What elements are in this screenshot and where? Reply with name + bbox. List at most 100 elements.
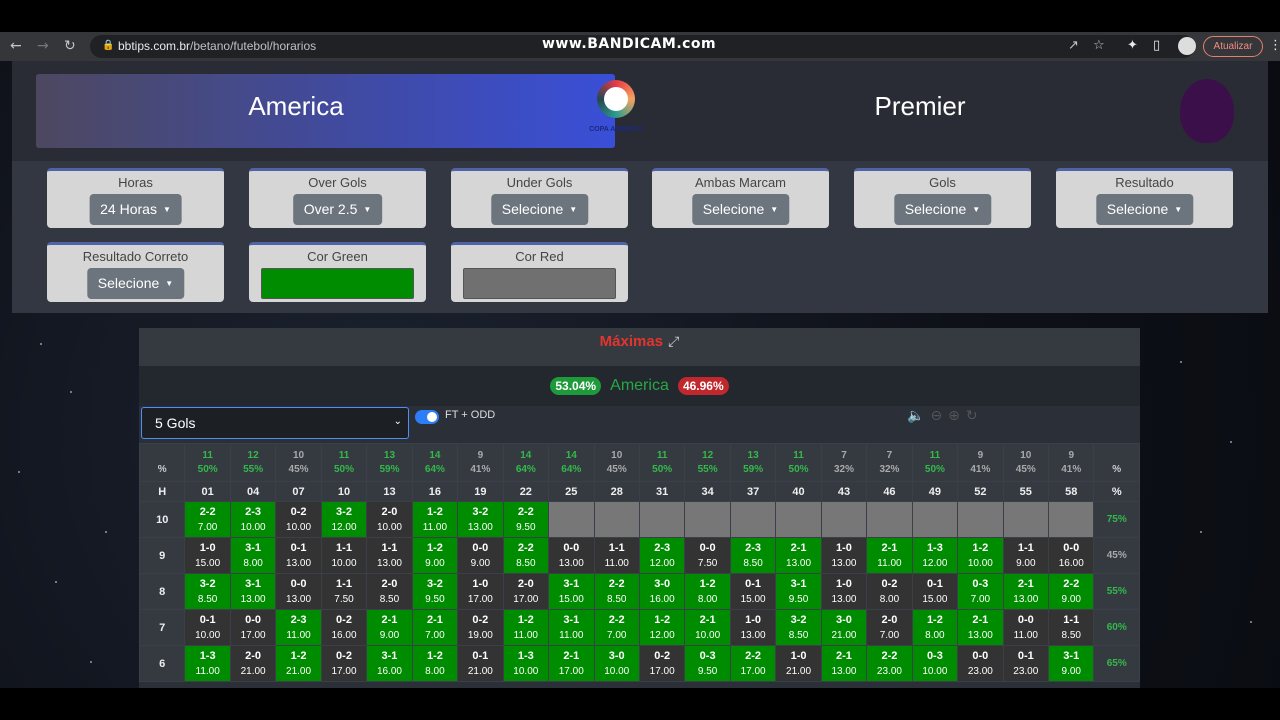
match-cell[interactable]: 2-3 8.50 [729, 537, 777, 574]
league-america-banner[interactable]: America COPA AMERICA [36, 74, 643, 148]
match-cell[interactable]: 0-2 17.00 [638, 645, 686, 682]
refresh-icon[interactable]: ↻ [966, 408, 984, 424]
match-cell[interactable]: 1-2 11.00 [502, 609, 550, 646]
match-cell[interactable]: 1-0 13.00 [820, 537, 868, 574]
match-cell[interactable]: 1-2 10.00 [957, 537, 1004, 574]
match-cell[interactable]: 2-2 7.00 [593, 609, 640, 646]
match-cell[interactable]: 1-0 15.00 [184, 537, 231, 574]
match-cell[interactable]: 1-3 12.00 [911, 537, 959, 574]
match-cell[interactable]: 1-1 10.00 [320, 537, 368, 574]
match-cell[interactable]: 0-2 19.00 [457, 609, 504, 646]
resultado-correto-dropdown[interactable]: Selecione ▼ [86, 268, 185, 299]
under-gols-dropdown[interactable]: Selecione ▼ [490, 194, 589, 225]
match-cell[interactable]: 1-2 21.00 [275, 645, 322, 682]
match-cell[interactable]: 0-1 13.00 [275, 537, 322, 574]
match-cell[interactable]: 2-1 10.00 [684, 609, 731, 646]
match-cell[interactable]: 1-0 13.00 [729, 609, 777, 646]
match-cell[interactable] [911, 501, 959, 538]
match-cell[interactable]: 0-3 7.00 [957, 573, 1004, 610]
ft-odd-toggle[interactable] [415, 410, 439, 424]
share-icon[interactable]: ↗ [1068, 38, 1079, 53]
match-cell[interactable] [1002, 501, 1050, 538]
match-cell[interactable]: 2-0 17.00 [502, 573, 550, 610]
zoom-in-icon[interactable]: ⊕ [948, 408, 966, 424]
red-color-picker[interactable] [463, 268, 616, 299]
match-cell[interactable]: 0-0 9.00 [457, 537, 504, 574]
match-cell[interactable]: 2-1 13.00 [1002, 573, 1050, 610]
green-color-picker[interactable] [261, 268, 414, 299]
match-cell[interactable]: 1-1 8.50 [1048, 609, 1095, 646]
match-cell[interactable]: 2-2 9.00 [1048, 573, 1095, 610]
match-cell[interactable] [1048, 501, 1095, 538]
match-cell[interactable]: 2-1 13.00 [820, 645, 868, 682]
match-cell[interactable]: 2-2 23.00 [866, 645, 913, 682]
match-cell[interactable] [957, 501, 1004, 538]
match-cell[interactable] [638, 501, 686, 538]
match-cell[interactable]: 1-1 7.50 [320, 573, 368, 610]
match-cell[interactable]: 0-3 9.50 [684, 645, 731, 682]
match-cell[interactable]: 2-1 11.00 [866, 537, 913, 574]
match-cell[interactable]: 2-0 7.00 [866, 609, 913, 646]
match-cell[interactable]: 2-1 13.00 [957, 609, 1004, 646]
match-cell[interactable]: 1-1 11.00 [593, 537, 640, 574]
menu-icon[interactable]: ⋮ [1269, 38, 1280, 53]
match-cell[interactable]: 1-2 9.00 [411, 537, 459, 574]
match-cell[interactable]: 2-0 21.00 [229, 645, 277, 682]
match-cell[interactable]: 3-1 13.00 [229, 573, 277, 610]
match-cell[interactable]: 3-1 11.00 [548, 609, 595, 646]
match-cell[interactable] [548, 501, 595, 538]
match-cell[interactable]: 0-2 8.00 [866, 573, 913, 610]
match-cell[interactable]: 0-2 10.00 [275, 501, 322, 538]
match-cell[interactable]: 0-1 15.00 [729, 573, 777, 610]
match-cell[interactable]: 3-2 9.50 [411, 573, 459, 610]
match-cell[interactable]: 3-2 8.50 [184, 573, 231, 610]
match-cell[interactable]: 0-3 10.00 [911, 645, 959, 682]
match-cell[interactable] [684, 501, 731, 538]
match-cell[interactable]: 1-3 11.00 [184, 645, 231, 682]
match-cell[interactable]: 1-1 9.00 [1002, 537, 1050, 574]
match-cell[interactable]: 2-2 7.00 [184, 501, 231, 538]
match-cell[interactable]: 3-2 8.50 [775, 609, 822, 646]
match-cell[interactable]: 3-0 16.00 [638, 573, 686, 610]
match-cell[interactable] [820, 501, 868, 538]
match-cell[interactable] [593, 501, 640, 538]
resultado-dropdown[interactable]: Selecione ▼ [1095, 194, 1194, 225]
match-cell[interactable]: 2-1 17.00 [548, 645, 595, 682]
match-cell[interactable]: 1-0 21.00 [775, 645, 822, 682]
collapse-arrows-icon[interactable]: ⤢ [668, 334, 679, 350]
sound-icon[interactable]: 🔈 [907, 408, 930, 424]
match-cell[interactable]: 2-1 7.00 [411, 609, 459, 646]
match-cell[interactable]: 3-1 9.50 [775, 573, 822, 610]
match-cell[interactable]: 3-2 13.00 [457, 501, 504, 538]
match-cell[interactable]: 2-0 10.00 [366, 501, 413, 538]
match-cell[interactable]: 3-1 16.00 [366, 645, 413, 682]
match-cell[interactable]: 0-0 11.00 [1002, 609, 1050, 646]
match-cell[interactable]: 2-3 11.00 [275, 609, 322, 646]
match-cell[interactable]: 2-0 8.50 [366, 573, 413, 610]
reload-icon[interactable]: ↻ [64, 38, 76, 54]
match-cell[interactable]: 0-0 13.00 [548, 537, 595, 574]
ambas-marcam-dropdown[interactable]: Selecione ▼ [691, 194, 790, 225]
gols-dropdown[interactable]: Selecione ▼ [893, 194, 992, 225]
forward-icon[interactable]: → [37, 38, 49, 54]
match-cell[interactable]: 1-0 13.00 [820, 573, 868, 610]
match-cell[interactable]: 0-0 23.00 [957, 645, 1004, 682]
horas-dropdown[interactable]: 24 Horas ▼ [89, 194, 182, 225]
match-cell[interactable]: 1-2 8.00 [911, 609, 959, 646]
match-cell[interactable]: 0-1 21.00 [457, 645, 504, 682]
match-cell[interactable]: 0-0 13.00 [275, 573, 322, 610]
match-cell[interactable]: 0-2 16.00 [320, 609, 368, 646]
zoom-out-icon[interactable]: ⊖ [930, 408, 948, 424]
match-cell[interactable]: 3-1 15.00 [548, 573, 595, 610]
match-cell[interactable]: 0-0 7.50 [684, 537, 731, 574]
extensions-icon[interactable]: ✦ [1127, 38, 1138, 53]
match-cell[interactable]: 2-3 10.00 [229, 501, 277, 538]
match-cell[interactable]: 2-1 9.00 [366, 609, 413, 646]
avatar[interactable] [1178, 37, 1196, 55]
match-cell[interactable]: 3-1 9.00 [1048, 645, 1095, 682]
match-cell[interactable] [775, 501, 822, 538]
match-cell[interactable]: 1-2 8.00 [684, 573, 731, 610]
match-cell[interactable]: 0-2 17.00 [320, 645, 368, 682]
match-cell[interactable]: 2-2 9.50 [502, 501, 550, 538]
match-cell[interactable]: 0-0 16.00 [1048, 537, 1095, 574]
